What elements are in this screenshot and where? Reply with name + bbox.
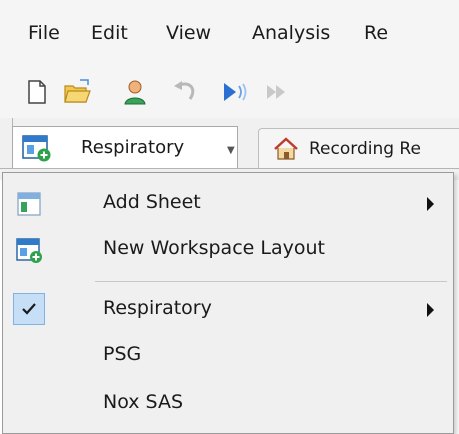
menu-item-label: PSG [103,343,142,365]
menu-bar: File Edit View Analysis Re [0,0,459,68]
new-document-icon[interactable] [22,77,52,107]
checked-indicator [13,293,45,325]
home-icon [274,137,298,160]
menu-item-respiratory[interactable]: Respiratory [3,287,453,333]
menu-item-label: Nox SAS [103,391,184,413]
submenu-arrow-icon [427,303,434,317]
menu-item-add-sheet[interactable]: Add Sheet [3,181,453,227]
menu-edit[interactable]: Edit [91,22,128,44]
menu-analysis[interactable]: Analysis [252,22,330,44]
menu-item-label: Respiratory [103,297,212,319]
tab-recording[interactable]: Recording Re [258,128,459,168]
new-layout-icon [16,238,42,263]
submenu-arrow-icon [427,197,434,211]
workspace-layout-button[interactable]: Respiratory ▼ [12,126,238,168]
workspace-layout-label: Respiratory [81,137,185,158]
menu-re[interactable]: Re [364,22,388,44]
menu-separator [95,281,447,282]
menu-item-new-workspace-layout[interactable]: New Workspace Layout [3,227,453,273]
play-icon[interactable] [218,77,248,107]
workspace-layout-menu: Add Sheet New Workspace Layout Respirato… [2,172,454,434]
user-icon[interactable] [120,77,150,107]
menu-view[interactable]: View [166,22,211,44]
sheet-icon [17,192,41,216]
divider [0,168,459,169]
menu-item-label: New Workspace Layout [103,237,325,259]
menu-file[interactable]: File [28,22,60,44]
fast-forward-icon[interactable] [262,77,292,107]
undo-icon[interactable] [170,77,200,107]
menu-item-label: Add Sheet [103,191,201,213]
tab-recording-label: Recording Re [309,139,421,159]
toolbar [0,68,459,118]
check-icon [22,303,36,315]
open-folder-icon[interactable] [62,77,92,107]
workspace-tab-strip: Respiratory ▼ Recording Re [0,118,459,180]
menu-item-psg[interactable]: PSG [3,333,453,379]
menu-item-nox-sas[interactable]: Nox SAS [3,381,453,427]
workspace-layout-icon [22,135,51,162]
chevron-down-icon: ▼ [227,145,235,156]
